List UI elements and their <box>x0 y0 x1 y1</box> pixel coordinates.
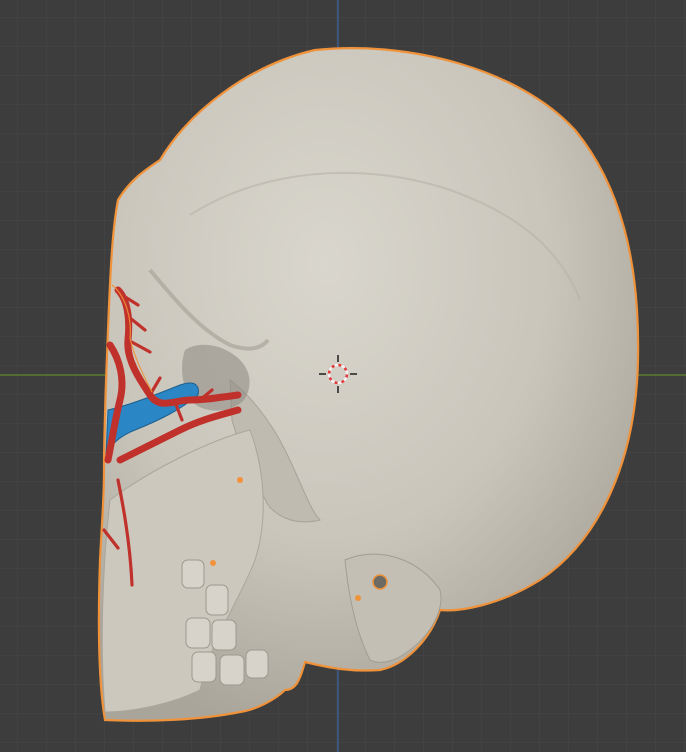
ear-canal <box>372 574 388 590</box>
foramen-jaw <box>210 560 216 566</box>
foramen-cheek <box>237 477 243 483</box>
3d-viewport[interactable] <box>0 0 686 752</box>
foramen-small <box>355 595 361 601</box>
viewport-canvas[interactable] <box>0 0 686 752</box>
